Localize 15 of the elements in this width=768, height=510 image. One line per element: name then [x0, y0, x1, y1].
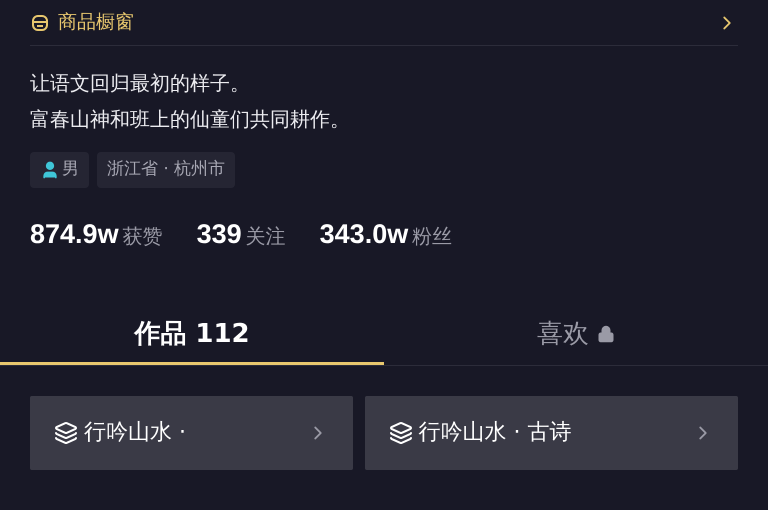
layers-icon — [388, 420, 413, 444]
shop-window-link[interactable]: 商品橱窗 — [30, 8, 716, 37]
gender-tag: 男 — [30, 152, 89, 188]
collection-card[interactable]: 行吟山水 · — [30, 396, 353, 470]
bio-text: 让语文回归最初的样子。 — [30, 70, 251, 97]
layers-icon — [54, 420, 78, 444]
stat-counter: 874.9w获赞 — [30, 218, 163, 251]
stat-counter: 343.0w粉丝 — [320, 218, 452, 251]
tab[interactable]: 喜欢 — [384, 306, 768, 364]
stat-counter: 339 关注 — [196, 218, 286, 251]
shop-icon — [30, 12, 50, 32]
collection-card[interactable]: 行吟山水 · 古诗 — [364, 396, 738, 470]
bio-text: 富春山神和班上的仙童们共同耕作。 — [30, 106, 351, 133]
tab[interactable]: 作品 112 — [0, 306, 384, 364]
location-tag: 浙江省 · 杭州市 — [97, 152, 236, 188]
